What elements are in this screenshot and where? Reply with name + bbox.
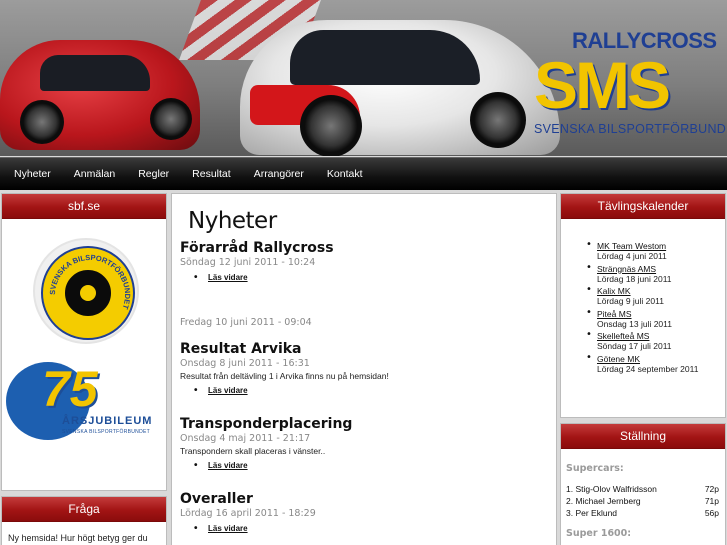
driver-points: 56p (704, 508, 719, 518)
event-link[interactable]: Kalix MK (597, 286, 725, 296)
list-item: Strängnäs AMS Lördag 18 juni 2011 (586, 262, 725, 284)
logo-sms-text: SMS (534, 48, 671, 122)
standings-box: Ställning Supercars: 1. Stig-Olov Walfri… (560, 423, 726, 545)
post-body: Resultat från deltävling 1 i Arvika finn… (180, 371, 389, 381)
news-post: Fredag 10 juni 2011 - 09:04 (180, 316, 312, 328)
event-date: Lördag 24 september 2011 (597, 363, 699, 374)
driver-points: 71p (704, 496, 719, 506)
nav-item-resultat[interactable]: Resultat (192, 168, 231, 180)
post-title[interactable]: Resultat Arvika (180, 341, 389, 357)
event-date: Lördag 4 juni 2011 (597, 251, 667, 261)
header-banner: RALLYCROSS SMS SVENSKA BILSPORTFÖRBUNDET (0, 0, 727, 156)
list-item: Götene MK Lördag 24 september 2011 (586, 352, 725, 374)
post-date: Söndag 12 juni 2011 - 10:24 (180, 257, 316, 268)
driver-name: 3. Per Eklund (566, 508, 618, 518)
post-date: Onsdag 4 maj 2011 - 21:17 (180, 433, 311, 444)
post-body: Transpondern skall placeras i vänster.. (180, 446, 326, 456)
news-post: Resultat Arvika Onsdag 8 juni 2011 - 16:… (180, 341, 389, 396)
fraga-box-title: Fråga (2, 497, 166, 522)
list-item: Skellefteå MS Söndag 17 juli 2011 (586, 329, 725, 351)
sbf-box: sbf.se SVENSKA BILSPORTFÖRBUNDET 75 ÅRSJ… (1, 193, 167, 491)
logo-sbf-text: SVENSKA BILSPORTFÖRBUNDET (534, 122, 727, 136)
red-car-window (40, 55, 150, 91)
jubileum-subtitle: SVENSKA BILSPORTFÖRBUNDET (62, 429, 150, 435)
driver-name: 2. Michael Jernberg (566, 496, 641, 506)
list-item: Kalix MK Lördag 9 juli 2011 (586, 284, 725, 306)
nav-item-nyheter[interactable]: Nyheter (14, 168, 51, 180)
event-date: Onsdag 13 juli 2011 (597, 318, 672, 329)
jubileum-number: 75 (42, 361, 98, 417)
poll-question: Ny hemsida! Hur högt betyg ger du (8, 533, 148, 543)
event-link[interactable]: Skellefteå MS (597, 331, 725, 341)
post-date: Lördag 16 april 2011 - 18:29 (180, 508, 316, 519)
list-item: Piteå MS Onsdag 13 juli 2011 (586, 307, 725, 329)
wheel (300, 95, 362, 156)
rallycross-sms-logo[interactable]: RALLYCROSS SMS SVENSKA BILSPORTFÖRBUNDET (532, 28, 727, 146)
list-item: MK Team Westom Lördag 4 juni 2011 (586, 239, 725, 261)
supercars-table: 1. Stig-Olov Walfridsson 72p 2. Michael … (561, 483, 725, 519)
super1600-heading: Super 1600: (566, 528, 632, 539)
white-car-window (290, 30, 480, 85)
event-date: Söndag 17 juli 2011 (597, 341, 672, 351)
event-date: Lördag 18 juni 2011 (597, 273, 672, 284)
news-post: Transponderplacering Onsdag 4 maj 2011 -… (180, 416, 352, 471)
table-row: 3. Per Eklund 56p (561, 507, 725, 519)
post-date: Onsdag 8 juni 2011 - 16:31 (180, 358, 310, 369)
fraga-box: Fråga Ny hemsida! Hur högt betyg ger du (1, 496, 167, 545)
nav-item-anmalan[interactable]: Anmälan (74, 168, 115, 180)
nav-item-kontakt[interactable]: Kontakt (327, 168, 363, 180)
event-link[interactable]: Götene MK (597, 354, 725, 364)
post-title[interactable]: Overaller (180, 491, 316, 507)
read-more-link[interactable]: Läs vidare (194, 523, 316, 534)
wheel (150, 98, 192, 140)
driver-points: 72p (704, 484, 719, 494)
read-more-link[interactable]: Läs vidare (194, 272, 334, 283)
sbf-emblem-ring: SVENSKA BILSPORTFÖRBUNDET (41, 246, 135, 340)
table-row: 2. Michael Jernberg 71p (561, 495, 725, 507)
sbf-box-title: sbf.se (2, 194, 166, 219)
nav-item-regler[interactable]: Regler (138, 168, 169, 180)
read-more-link[interactable]: Läs vidare (194, 460, 352, 471)
post-date: Fredag 10 juni 2011 - 09:04 (180, 317, 312, 328)
wheel (20, 100, 64, 144)
event-date: Lördag 9 juli 2011 (597, 296, 664, 306)
supercars-heading: Supercars: (566, 463, 624, 474)
page-title: Nyheter (188, 208, 277, 234)
table-row: 1. Stig-Olov Walfridsson 72p (561, 483, 725, 495)
news-panel: Nyheter Förarråd Rallycross Söndag 12 ju… (171, 193, 557, 545)
post-title[interactable]: Förarråd Rallycross (180, 240, 334, 256)
sbf-emblem-logo[interactable]: SVENSKA BILSPORTFÖRBUNDET (33, 238, 139, 344)
read-more-link[interactable]: Läs vidare (194, 385, 389, 396)
news-post: Förarråd Rallycross Söndag 12 juni 2011 … (180, 240, 334, 283)
nav-item-arrangorer[interactable]: Arrangörer (254, 168, 304, 180)
jubileum-logo[interactable]: 75 ÅRSJUBILEUM SVENSKA BILSPORTFÖRBUNDET (6, 360, 166, 446)
driver-name: 1. Stig-Olov Walfridsson (566, 484, 657, 494)
steering-wheel-hub (80, 285, 96, 301)
jubileum-title: ÅRSJUBILEUM (62, 415, 153, 427)
event-link[interactable]: Strängnäs AMS (597, 264, 725, 274)
calendar-box-title: Tävlingskalender (561, 194, 725, 219)
main-nav: Nyheter Anmälan Regler Resultat Arrangör… (0, 157, 727, 190)
post-title[interactable]: Transponderplacering (180, 416, 352, 432)
calendar-box: Tävlingskalender MK Team Westom Lördag 4… (560, 193, 726, 418)
steering-wheel-icon (61, 266, 115, 320)
event-link[interactable]: MK Team Westom (597, 241, 725, 251)
standings-box-title: Ställning (561, 424, 725, 449)
wheel (470, 92, 526, 148)
news-post: Overaller Lördag 16 april 2011 - 18:29 L… (180, 491, 316, 534)
event-link[interactable]: Piteå MS (597, 309, 725, 319)
event-list: MK Team Westom Lördag 4 juni 2011 Sträng… (561, 219, 725, 374)
